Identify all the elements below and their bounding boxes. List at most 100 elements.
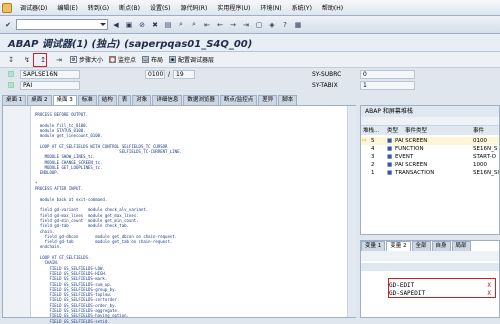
sap-menu-icon[interactable] [2, 2, 12, 13]
stack-event: 1000 [473, 162, 487, 168]
tab-data-browser[interactable]: 数据浏览器 [183, 95, 219, 105]
layout-icon[interactable]: ▦ [293, 20, 303, 30]
highlight-return-button [33, 53, 47, 67]
call-stack-toolbar [361, 117, 499, 126]
code-line: FIELD GS_SELFIELDS-setid. [35, 318, 110, 324]
tab-objects[interactable]: 对象 [132, 95, 152, 105]
next-page-icon[interactable]: → [228, 20, 238, 30]
stack-type: FUNCTION [395, 146, 424, 152]
line-separator: / [168, 71, 171, 78]
col-event[interactable]: 事件 [473, 126, 484, 134]
stack-row[interactable]: ⇨ 5 ■ PAI SCREEN 0100 [361, 137, 499, 145]
menu-settings[interactable]: 设置(S) [145, 3, 176, 12]
source-code[interactable]: PROCESS BEFORE OUTPUT. module fill_tc_01… [35, 112, 355, 324]
new-session-icon[interactable]: ▢ [254, 20, 264, 30]
tab-script[interactable]: 脚本 [278, 95, 298, 105]
find-icon[interactable]: ⌕ [176, 20, 186, 30]
tab-desktop-1[interactable]: 桌面 1 [2, 95, 27, 105]
stack-level: 3 [371, 154, 375, 160]
stack-row[interactable]: 4 ■ FUNCTION SE16N_S [361, 145, 499, 153]
stack-row[interactable]: 3 ■ EVENT START-O [361, 153, 499, 161]
continue-icon[interactable]: ⇥ [54, 55, 64, 65]
source-code-pane[interactable]: PROCESS BEFORE OUTPUT. module fill_tc_01… [2, 105, 356, 324]
tab-diff[interactable]: 差异 [258, 95, 278, 105]
menu-source[interactable]: 源代码(R) [175, 3, 212, 12]
col-stack-level[interactable]: 堆栈... [363, 126, 379, 134]
program-icon [8, 71, 14, 77]
command-field[interactable] [16, 19, 108, 30]
col-event-type[interactable]: 事件类型 [405, 126, 427, 134]
tab-self[interactable]: 自身 [431, 241, 451, 251]
exit-icon[interactable]: ⊘ [137, 20, 147, 30]
tab-desktop-3[interactable]: 桌面 3 [52, 95, 77, 105]
layout-button[interactable]: ▤ 布局 [142, 55, 163, 64]
stack-type: PAI SCREEN [395, 138, 428, 144]
back-icon[interactable]: ◀ [111, 20, 121, 30]
total-field: 19 [173, 70, 195, 79]
tab-standard[interactable]: 标准 [77, 95, 97, 105]
tab-desktop-2[interactable]: 桌面 2 [27, 95, 52, 105]
stack-type: PAI SCREEN [395, 162, 428, 168]
menu-breakpoints[interactable]: 断点(B) [114, 3, 145, 12]
tab-structure[interactable]: 结构 [97, 95, 117, 105]
find-next-icon[interactable]: ⌕ [189, 20, 199, 30]
tab-breakpoints[interactable]: 断点/监控点 [219, 95, 258, 105]
stack-row[interactable]: 1 ■ TRANSACTION SE16N_SI [361, 169, 499, 177]
cancel-icon[interactable]: ✖ [150, 20, 160, 30]
system-toolbar: ✔ ◀ ▣ ⊘ ✖ ▤ ⌕ ⌕ ⇤ ← → ⇥ ▢ ◈ ? ▦ [0, 16, 500, 34]
enter-icon[interactable]: ✔ [3, 20, 13, 30]
stack-row[interactable]: 2 ■ PAI SCREEN 1000 [361, 161, 499, 169]
prev-page-icon[interactable]: ← [215, 20, 225, 30]
help-icon[interactable]: ? [280, 20, 290, 30]
menu-help[interactable]: 帮助(H) [317, 3, 348, 12]
call-stack-header: 堆栈... 类型 事件类型 事件 [361, 126, 499, 135]
event-field: PAI [20, 81, 80, 90]
stack-type-icon: ■ [387, 170, 393, 176]
watchpoint-button[interactable]: ● 监控点 [109, 55, 136, 64]
menu-goto[interactable]: 转到(G) [83, 3, 114, 12]
last-page-icon[interactable]: ⇥ [241, 20, 251, 30]
menu-edit[interactable]: 编辑(E) [52, 3, 82, 12]
menu-system[interactable]: 系统(Y) [287, 3, 317, 12]
stack-event: 0100 [473, 138, 487, 144]
stack-type-icon: ■ [387, 146, 393, 152]
tab-variables-1[interactable]: 变量 1 [361, 241, 386, 251]
menu-utilities[interactable]: 实用程序(U) [212, 3, 255, 12]
first-page-icon[interactable]: ⇤ [202, 20, 212, 30]
call-stack-title: ABAP 和屏幕堆栈 [361, 106, 499, 117]
shortcut-icon[interactable]: ◈ [267, 20, 277, 30]
program-field: SAPLSE16N [20, 70, 80, 79]
stack-type-icon: ■ [387, 162, 393, 168]
step-size-button[interactable]: ⚙ 步骤大小 [70, 55, 103, 64]
single-step-icon[interactable]: ↧ [6, 55, 16, 65]
variable-tabs: 变量 1 变量 2 全部 自身 局部 [361, 241, 499, 251]
print-icon[interactable]: ▤ [163, 20, 173, 30]
screen-icon [8, 82, 14, 88]
call-stack-pane: ABAP 和屏幕堆栈 堆栈... 类型 事件类型 事件 ⇨ 5 ■ PAI SCREE… [360, 105, 500, 235]
line-field: 0100 [145, 70, 165, 79]
tab-table[interactable]: 表 [117, 95, 132, 105]
configure-layer-button[interactable]: ▣ 配置调试器层 [169, 55, 214, 64]
tab-all[interactable]: 全部 [411, 241, 431, 251]
layout-save-icon: ▤ [142, 56, 150, 63]
highlight-variables [388, 278, 496, 298]
tab-details[interactable]: 详细信息 [152, 95, 183, 105]
variables-toolbar [361, 251, 499, 261]
stack-type-icon: ■ [387, 154, 393, 160]
execute-icon[interactable]: ↯ [22, 55, 32, 65]
menu-environment[interactable]: 环境(N) [255, 3, 286, 12]
line-gutter[interactable] [3, 106, 31, 317]
stack-event: SE16N_SI [473, 170, 499, 176]
col-type[interactable]: 类型 [387, 126, 398, 134]
tabix-field: 1 [360, 81, 415, 90]
tabix-label: SY-TABIX [312, 82, 338, 89]
subrc-field: 0 [360, 70, 415, 79]
page-title: ABAP 调试器(1) (独占) (saperpqas01_S4Q_00) [8, 39, 253, 50]
save-icon[interactable]: ▣ [124, 20, 134, 30]
tab-local[interactable]: 局部 [451, 241, 471, 251]
menu-debugger[interactable]: 调试器(D) [15, 3, 52, 12]
tab-variables-2[interactable]: 变量 2 [386, 241, 411, 251]
stack-event: SE16N_S [473, 146, 498, 152]
stack-type: EVENT [395, 154, 414, 160]
vertical-scrollbar[interactable] [347, 106, 356, 317]
